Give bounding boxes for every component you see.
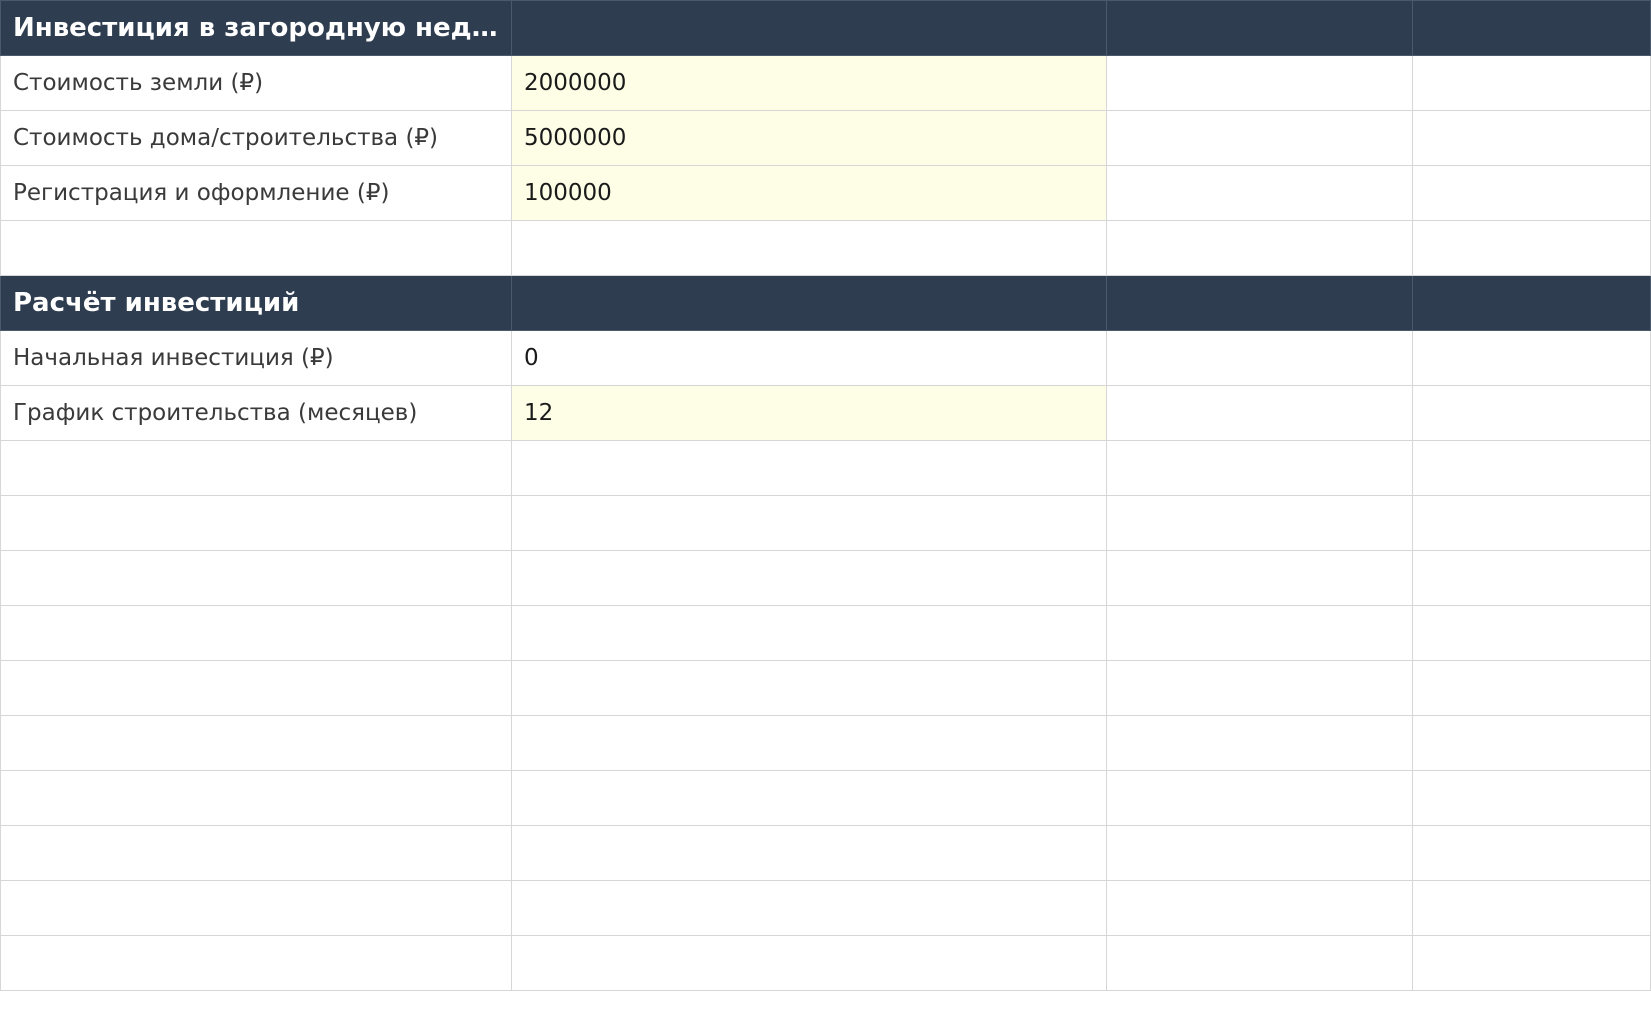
header-cell[interactable] [1106, 275, 1413, 331]
spreadsheet-grid: Инвестиция в загородную недви... Стоимос… [0, 0, 1651, 991]
table-row [0, 220, 1651, 276]
empty-cell[interactable] [1412, 550, 1651, 606]
empty-cell[interactable] [1106, 55, 1413, 111]
empty-cell[interactable] [1412, 660, 1651, 716]
empty-cell[interactable] [1106, 495, 1413, 551]
empty-cell[interactable] [511, 605, 1107, 661]
empty-cell[interactable] [1106, 935, 1413, 991]
empty-cell[interactable] [1412, 220, 1651, 276]
label-cell[interactable]: График строительства (месяцев) [0, 385, 512, 441]
table-row: Начальная инвестиция (₽) 0 [0, 330, 1651, 386]
empty-cell[interactable] [511, 935, 1107, 991]
header-cell[interactable] [511, 0, 1107, 56]
empty-cell[interactable] [1106, 220, 1413, 276]
header-cell[interactable] [511, 275, 1107, 331]
empty-cell[interactable] [0, 880, 512, 936]
table-row: Регистрация и оформление (₽) 100000 [0, 165, 1651, 221]
empty-cell[interactable] [511, 660, 1107, 716]
label-cell[interactable]: Регистрация и оформление (₽) [0, 165, 512, 221]
empty-cell[interactable] [0, 550, 512, 606]
empty-cell[interactable] [0, 660, 512, 716]
header-cell[interactable] [1106, 0, 1413, 56]
label-cell[interactable]: Стоимость дома/строительства (₽) [0, 110, 512, 166]
empty-cell[interactable] [0, 825, 512, 881]
empty-cell[interactable] [1412, 935, 1651, 991]
empty-cell[interactable] [0, 495, 512, 551]
empty-cell[interactable] [1106, 660, 1413, 716]
empty-cell[interactable] [1106, 165, 1413, 221]
empty-cell[interactable] [0, 440, 512, 496]
table-row: График строительства (месяцев) 12 [0, 385, 1651, 441]
empty-cell[interactable] [511, 770, 1107, 826]
table-row [0, 715, 1651, 771]
empty-cell[interactable] [0, 220, 512, 276]
table-row [0, 550, 1651, 606]
input-cell-registration-cost[interactable]: 100000 [511, 165, 1107, 221]
empty-cell[interactable] [1106, 770, 1413, 826]
empty-cell[interactable] [511, 715, 1107, 771]
empty-cell[interactable] [511, 825, 1107, 881]
section-title-cell[interactable]: Инвестиция в загородную недви... [0, 0, 512, 56]
empty-cell[interactable] [1106, 880, 1413, 936]
table-row [0, 935, 1651, 991]
input-cell-construction-months[interactable]: 12 [511, 385, 1107, 441]
empty-cell[interactable] [0, 770, 512, 826]
empty-cell[interactable] [1412, 385, 1651, 441]
table-row [0, 880, 1651, 936]
input-cell-house-cost[interactable]: 5000000 [511, 110, 1107, 166]
label-cell[interactable]: Стоимость земли (₽) [0, 55, 512, 111]
empty-cell[interactable] [1106, 825, 1413, 881]
label-cell[interactable]: Начальная инвестиция (₽) [0, 330, 512, 386]
empty-cell[interactable] [511, 440, 1107, 496]
empty-cell[interactable] [1412, 880, 1651, 936]
empty-cell[interactable] [1106, 715, 1413, 771]
empty-cell[interactable] [0, 605, 512, 661]
spreadsheet: Инвестиция в загородную недви... Стоимос… [0, 0, 1651, 1010]
empty-cell[interactable] [1412, 440, 1651, 496]
table-row [0, 495, 1651, 551]
header-cell[interactable] [1412, 0, 1651, 56]
empty-cell[interactable] [1106, 110, 1413, 166]
table-row: Стоимость дома/строительства (₽) 5000000 [0, 110, 1651, 166]
section-title-cell[interactable]: Расчёт инвестиций [0, 275, 512, 331]
table-row [0, 660, 1651, 716]
empty-cell[interactable] [1106, 330, 1413, 386]
empty-cell[interactable] [1106, 385, 1413, 441]
empty-cell[interactable] [0, 715, 512, 771]
empty-cell[interactable] [1412, 495, 1651, 551]
table-row [0, 770, 1651, 826]
table-row [0, 605, 1651, 661]
empty-cell[interactable] [1412, 330, 1651, 386]
empty-cell[interactable] [1412, 770, 1651, 826]
empty-cell[interactable] [1412, 165, 1651, 221]
empty-cell[interactable] [1106, 440, 1413, 496]
section-header-investment: Инвестиция в загородную недви... [0, 0, 1651, 56]
table-row [0, 825, 1651, 881]
empty-cell[interactable] [1412, 605, 1651, 661]
empty-cell[interactable] [1412, 825, 1651, 881]
empty-cell[interactable] [511, 880, 1107, 936]
empty-cell[interactable] [1412, 715, 1651, 771]
table-row [0, 440, 1651, 496]
empty-cell[interactable] [1106, 605, 1413, 661]
table-row: Стоимость земли (₽) 2000000 [0, 55, 1651, 111]
empty-cell[interactable] [0, 935, 512, 991]
empty-cell[interactable] [1106, 550, 1413, 606]
section-header-calculation: Расчёт инвестиций [0, 275, 1651, 331]
header-cell[interactable] [1412, 275, 1651, 331]
empty-cell[interactable] [1412, 110, 1651, 166]
empty-cell[interactable] [511, 495, 1107, 551]
empty-cell[interactable] [1412, 55, 1651, 111]
empty-cell[interactable] [511, 220, 1107, 276]
formula-cell-initial-investment[interactable]: 0 [511, 330, 1107, 386]
empty-cell[interactable] [511, 550, 1107, 606]
input-cell-land-cost[interactable]: 2000000 [511, 55, 1107, 111]
